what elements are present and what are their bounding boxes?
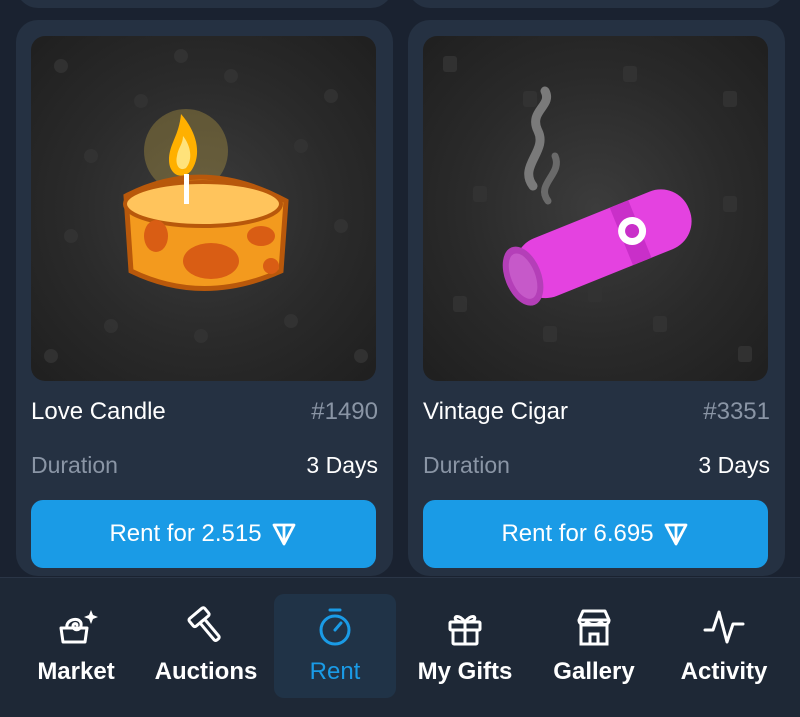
- nav-label: Rent: [309, 658, 361, 685]
- nav-label: Activity: [680, 658, 768, 685]
- hammer-icon: [187, 606, 221, 642]
- rent-button-label: Rent for 6.695: [501, 520, 654, 547]
- nav-label: Gallery: [553, 658, 635, 685]
- bottom-navigation: Market Auctions Rent My Gifts Gallery Ac…: [0, 577, 800, 717]
- rent-button[interactable]: Rent for 2.515: [31, 500, 376, 568]
- store-icon: [577, 609, 611, 646]
- ton-icon: [664, 523, 687, 546]
- gift-icon: [448, 615, 482, 646]
- stopwatch-icon: [319, 608, 351, 646]
- duration-value: 3 Days: [306, 452, 378, 478]
- duration-label: Duration: [423, 452, 510, 478]
- activity-icon: [703, 610, 745, 644]
- gift-card[interactable]: Vintage Cigar #3351 Duration 3 Days Rent…: [408, 20, 785, 576]
- love-candle-illustration: [44, 49, 368, 363]
- nav-label: My Gifts: [417, 658, 513, 685]
- nav-label: Auctions: [154, 658, 258, 685]
- ton-icon: [272, 523, 295, 546]
- nav-item-gallery[interactable]: Gallery: [546, 594, 642, 698]
- gift-name: Vintage Cigar: [423, 398, 568, 425]
- gift-number: #1490: [311, 398, 378, 425]
- previous-card-edge: [16, 0, 393, 8]
- nav-item-market[interactable]: Market: [26, 594, 126, 698]
- gift-name: Love Candle: [31, 398, 166, 425]
- gift-number: #3351: [703, 398, 770, 425]
- previous-card-edge: [408, 0, 785, 8]
- rent-button[interactable]: Rent for 6.695: [423, 500, 768, 568]
- nav-item-auctions[interactable]: Auctions: [150, 594, 262, 698]
- rent-button-label: Rent for 2.515: [109, 520, 262, 547]
- nav-item-activity[interactable]: Activity: [676, 594, 772, 698]
- gift-image-vintage-cigar[interactable]: [423, 36, 768, 381]
- market-icon: [59, 610, 98, 644]
- gift-card[interactable]: Love Candle #1490 Duration 3 Days Rent f…: [16, 20, 393, 576]
- gift-image-love-candle[interactable]: [31, 36, 376, 381]
- nav-item-rent[interactable]: Rent: [274, 594, 396, 698]
- duration-label: Duration: [31, 452, 118, 478]
- vintage-cigar-illustration: [443, 56, 752, 362]
- duration-value: 3 Days: [698, 452, 770, 478]
- nav-item-my-gifts[interactable]: My Gifts: [410, 594, 520, 698]
- nav-label: Market: [37, 658, 115, 685]
